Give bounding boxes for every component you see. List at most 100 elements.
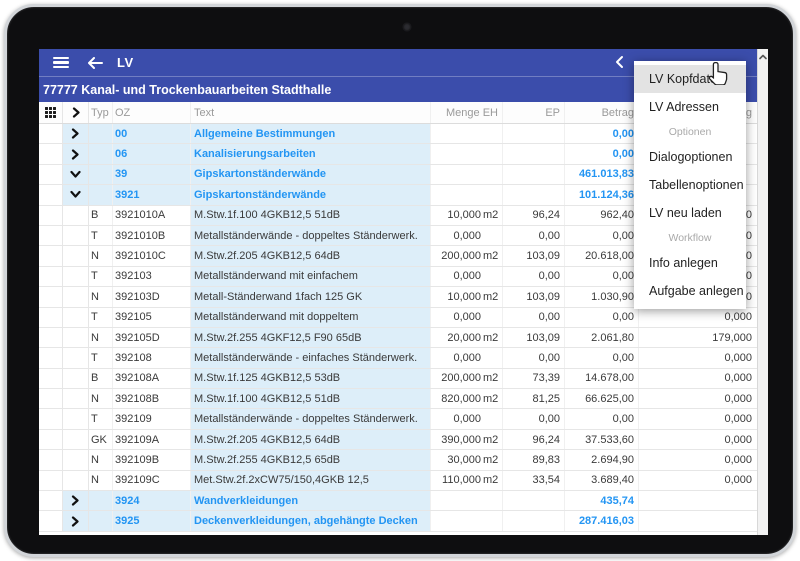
cell-menge-eh[interactable]: 20,000 m2	[431, 327, 503, 348]
expand-chevron-icon[interactable]	[63, 511, 89, 531]
cell-betrag[interactable]: 287.416,03	[565, 511, 639, 531]
cell-extra[interactable]: 0,000	[639, 389, 758, 408]
cell-oz[interactable]: 3921010C	[113, 246, 191, 266]
table-row[interactable]: 3925 Deckenverkleidungen, abgehängte Deck…	[39, 511, 758, 532]
cell-ep[interactable]: 89,83	[503, 450, 565, 470]
cell-ep[interactable]: 0,00	[503, 266, 565, 287]
column-header-oz[interactable]: OZ	[113, 102, 191, 123]
cell-menge-eh[interactable]: 10,000 m2	[431, 205, 503, 225]
back-arrow-icon[interactable]	[87, 56, 103, 69]
table-row[interactable]: N 392108B M.Stw.1f.100 4GKB12,5 51dB 820,00…	[39, 389, 758, 410]
cell-typ[interactable]: N	[89, 450, 113, 470]
cell-text[interactable]: Wandverkleidungen	[191, 491, 431, 511]
cell-typ[interactable]: T	[89, 225, 113, 246]
expand-chevron-icon[interactable]	[63, 144, 89, 164]
cell-oz[interactable]: 392109	[113, 409, 191, 429]
column-header-typ[interactable]: Typ	[89, 102, 113, 123]
cell-text[interactable]: M.Stw.2f.255 4GKB12,5 65dB	[191, 450, 431, 470]
grid-apps-icon[interactable]	[39, 102, 63, 123]
expand-chevron-icon[interactable]	[63, 185, 89, 205]
menu-item-tabellenoptionen[interactable]: Tabellenoptionen	[634, 171, 746, 199]
cell-typ[interactable]: N	[89, 287, 113, 307]
cell-oz[interactable]: 06	[113, 144, 191, 164]
cell-oz[interactable]: 392108A	[113, 368, 191, 389]
cell-typ[interactable]	[89, 144, 113, 164]
cell-typ[interactable]: GK	[89, 429, 113, 450]
cell-ep[interactable]: 0,00	[503, 225, 565, 246]
cell-betrag[interactable]: 0,00	[565, 225, 639, 246]
cell-oz[interactable]: 00	[113, 124, 191, 144]
cell-menge-eh[interactable]	[431, 491, 503, 511]
cell-ep[interactable]: 103,09	[503, 327, 565, 348]
cell-ep[interactable]	[503, 164, 565, 185]
cell-ep[interactable]: 0,00	[503, 348, 565, 368]
cell-ep[interactable]: 81,25	[503, 389, 565, 409]
column-header-betrag[interactable]: Betrag	[565, 102, 639, 123]
table-row[interactable]: N 392109B M.Stw.2f.255 4GKB12,5 65dB 30,000…	[39, 450, 758, 471]
cell-oz[interactable]: 3924	[113, 491, 191, 511]
cell-ep[interactable]: 96,24	[503, 205, 565, 225]
table-row[interactable]: GK 392109A M.Stw.2f.205 4GKB12,5 64dB 390,0…	[39, 429, 758, 451]
expand-chevron-icon[interactable]	[63, 491, 89, 511]
cell-ep[interactable]	[503, 511, 565, 531]
cell-ep[interactable]: 103,09	[503, 287, 565, 307]
cell-extra[interactable]	[639, 491, 758, 510]
cell-extra[interactable]: 0,000	[639, 348, 758, 367]
table-row[interactable]: T 392105 Metallständerwand mit doppeltem 0,…	[39, 307, 758, 328]
cell-menge-eh[interactable]: 200,000 m2	[431, 368, 503, 389]
cell-oz[interactable]: 392108	[113, 348, 191, 368]
cell-typ[interactable]	[89, 124, 113, 144]
cell-text[interactable]: Met.Stw.2f.2xCW75/150,4GKB 12,5	[191, 470, 431, 491]
menu-item-info-anlegen[interactable]: Info anlegen	[634, 249, 746, 277]
cell-betrag[interactable]: 66.625,00	[565, 389, 639, 409]
table-row[interactable]: 3924 Wandverkleidungen 435,74	[39, 491, 758, 512]
column-header-menge-eh[interactable]: Menge EH	[431, 102, 503, 123]
cell-typ[interactable]: T	[89, 307, 113, 327]
cell-betrag[interactable]: 0,00	[565, 348, 639, 368]
cell-betrag[interactable]: 461.013,83	[565, 164, 639, 185]
cell-extra[interactable]: 0,000	[639, 369, 758, 388]
cell-menge-eh[interactable]	[431, 511, 503, 531]
cell-oz[interactable]: 39	[113, 164, 191, 185]
cell-menge-eh[interactable]: 390,000 m2	[431, 429, 503, 450]
cell-text[interactable]: Metall-Ständerwand 1fach 125 GK	[191, 287, 431, 307]
cell-menge-eh[interactable]	[431, 164, 503, 185]
cell-typ[interactable]: N	[89, 327, 113, 348]
cell-extra[interactable]: 0,000	[639, 450, 758, 469]
cell-ep[interactable]: 73,39	[503, 368, 565, 389]
menu-item-lv-neu-laden[interactable]: LV neu laden	[634, 199, 746, 227]
cell-extra[interactable]: 0,000	[639, 471, 758, 490]
cell-menge-eh[interactable]: 0,000	[431, 409, 503, 429]
cell-oz[interactable]: 392109A	[113, 429, 191, 450]
cell-text[interactable]: Metallständerwand mit doppeltem	[191, 307, 431, 327]
cell-oz[interactable]: 392105	[113, 307, 191, 327]
cell-typ[interactable]	[89, 164, 113, 185]
cell-ep[interactable]	[503, 491, 565, 511]
cell-typ[interactable]: T	[89, 348, 113, 368]
cell-ep[interactable]	[503, 144, 565, 164]
cell-ep[interactable]: 0,00	[503, 409, 565, 429]
cell-menge-eh[interactable]: 820,000 m2	[431, 389, 503, 409]
cell-menge-eh[interactable]: 0,000	[431, 307, 503, 327]
cell-extra[interactable]	[639, 511, 758, 530]
cell-betrag[interactable]: 0,00	[565, 144, 639, 164]
table-row[interactable]: N 392109C Met.Stw.2f.2xCW75/150,4GKB 12,5 1…	[39, 470, 758, 492]
cell-text[interactable]: M.Stw.1f.100 4GKB12,5 51dB	[191, 205, 431, 225]
cell-betrag[interactable]: 0,00	[565, 409, 639, 429]
expand-all-chevron-icon[interactable]	[63, 102, 89, 123]
cell-oz[interactable]: 392105D	[113, 327, 191, 348]
cell-text[interactable]: Metallständerwand mit einfachem	[191, 266, 431, 287]
cell-menge-eh[interactable]	[431, 185, 503, 205]
cell-menge-eh[interactable]	[431, 144, 503, 164]
cell-text[interactable]: Metallständerwände - doppeltes Ständerwe…	[191, 225, 431, 246]
cell-typ[interactable]: T	[89, 266, 113, 287]
cell-typ[interactable]: N	[89, 389, 113, 409]
cell-menge-eh[interactable]: 0,000	[431, 225, 503, 246]
cell-text[interactable]: Kanalisierungsarbeiten	[191, 144, 431, 164]
cell-extra[interactable]: 0,000	[639, 308, 758, 327]
cell-menge-eh[interactable]: 10,000 m2	[431, 287, 503, 307]
cell-oz[interactable]: 3921010B	[113, 225, 191, 246]
cell-oz[interactable]: 392109C	[113, 470, 191, 491]
cell-extra[interactable]: 179,000	[639, 328, 758, 347]
cell-ep[interactable]: 33,54	[503, 470, 565, 491]
